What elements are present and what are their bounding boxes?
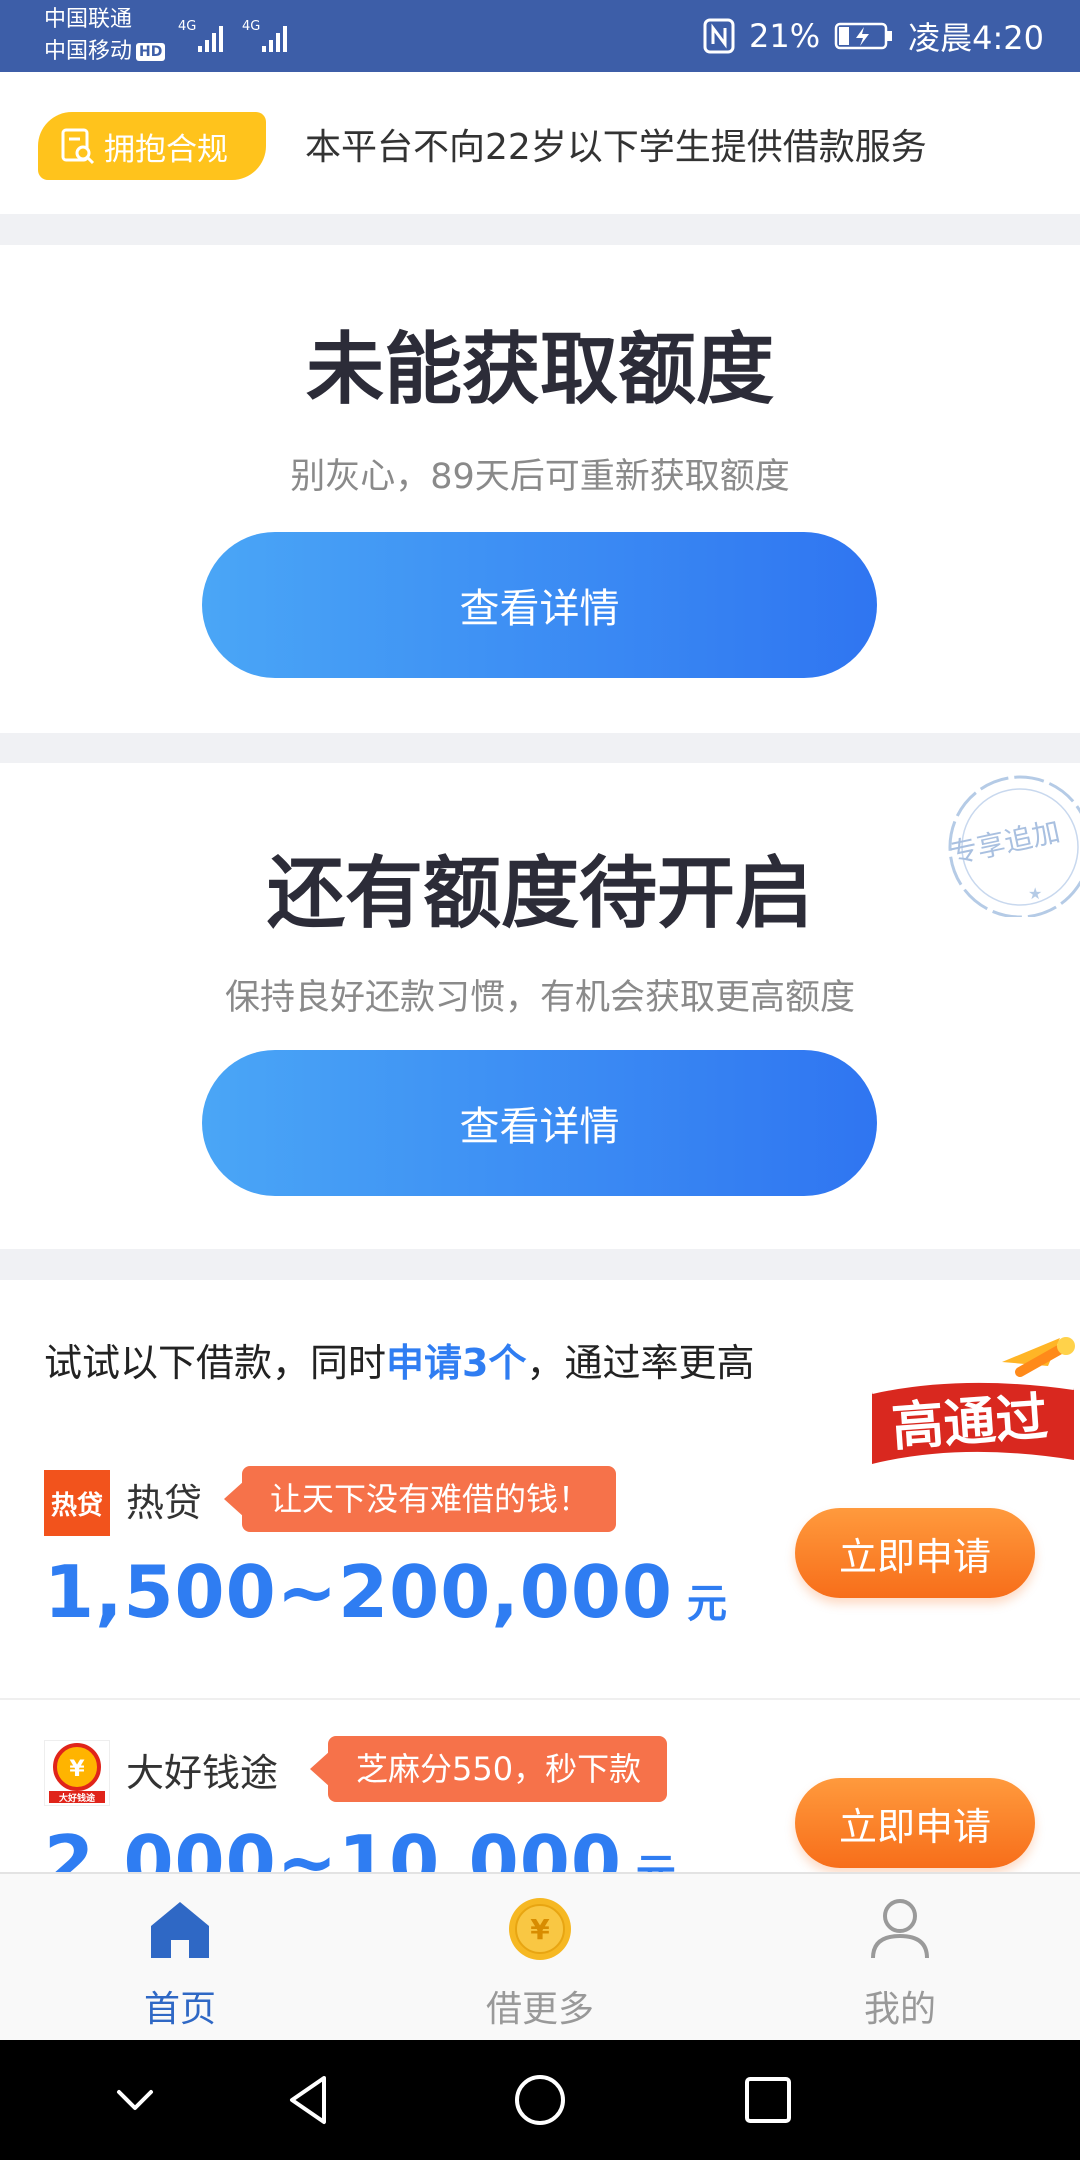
loan-amount: 1,500~200,000 元	[44, 1550, 729, 1634]
bottom-tab-bar: 首页 ¥ 借更多 我的	[0, 1872, 1080, 2040]
hd-badge: HD	[136, 43, 166, 61]
network-label-1: 4G	[178, 19, 196, 34]
tab-me[interactable]: 我的	[720, 1874, 1080, 2042]
coin-logo-icon: ¥ 大好钱途	[45, 1741, 109, 1805]
svg-text:¥: ¥	[69, 1757, 85, 1782]
coin-logo-label: 大好钱途	[59, 1792, 96, 1804]
coin-icon: ¥	[509, 1898, 571, 1960]
carrier-info: 中国联通 中国移动 HD	[44, 4, 166, 68]
system-nav-bar	[0, 2040, 1080, 2160]
quota-title: 未能获取额度	[305, 325, 774, 415]
clock: 凌晨4:20	[908, 19, 1044, 57]
view-details-button-2[interactable]: 查看详情	[202, 1050, 877, 1196]
network-label-2: 4G	[242, 19, 260, 34]
nfc-icon	[703, 18, 735, 54]
loan-tag-2: 芝麻分550，秒下款	[309, 1736, 668, 1802]
recent-apps-icon[interactable]	[738, 2070, 798, 2130]
view-details-button[interactable]: 查看详情	[202, 532, 877, 678]
loan-name: 热贷	[126, 1481, 203, 1525]
list-item[interactable]: 热贷 热贷 让天下没有难借的钱！ 1,500~200,000 元 立即申请	[0, 1430, 1080, 1700]
carrier-2: 中国移动	[44, 39, 133, 64]
compliance-badge[interactable]: 拥抱合规	[38, 112, 266, 180]
battery-percent: 21%	[749, 17, 821, 55]
signal-icon: 4G	[178, 19, 223, 52]
back-icon[interactable]	[280, 2070, 340, 2130]
document-search-icon	[61, 128, 95, 165]
pending-quota-card: 专享追加 ★ 还有额度待开启 保持良好还款习惯，有机会获取更高额度 查看详情	[0, 763, 1080, 1249]
svg-text:¥: ¥	[530, 1913, 550, 1946]
loan-amount-2: 2,000~10,000元	[44, 1820, 676, 1872]
tab-home-label: 首页	[143, 1989, 216, 2030]
quota-card: 未能获取额度 别灰心，89天后可重新获取额度 查看详情	[0, 245, 1080, 733]
signal-icon-2: 4G	[242, 19, 287, 52]
chevron-down-icon[interactable]	[105, 2070, 165, 2130]
user-icon	[871, 1899, 929, 1959]
list-item-2[interactable]: ¥ 大好钱途 大好钱途 芝麻分550，秒下款 2,000~10,000元 立即申…	[0, 1700, 1080, 1872]
home-circle-icon[interactable]	[510, 2070, 570, 2130]
pending-title: 还有额度待开启	[266, 849, 813, 939]
loan-logo-2: ¥ 大好钱途	[44, 1740, 110, 1806]
status-bar: 中国联通 中国移动 HD 4G 4G 21% 凌晨4:20	[0, 0, 1080, 72]
loans-header: 试试以下借款，同时申请3个，通过率更高	[44, 1341, 755, 1385]
compliance-notice: 拥抱合规 本平台不向22岁以下学生提供借款服务	[0, 72, 1080, 214]
loans-header-highlight: 申请3个	[386, 1341, 527, 1385]
tab-borrow-more-label: 借更多	[485, 1989, 594, 2030]
apply-button-2[interactable]: 立即申请	[795, 1778, 1035, 1868]
home-icon	[151, 1902, 209, 1958]
notice-text: 本平台不向22岁以下学生提供借款服务	[305, 127, 927, 168]
loan-tag: 让天下没有难借的钱！	[223, 1466, 617, 1532]
carrier-1: 中国联通	[44, 7, 133, 32]
tab-me-label: 我的	[863, 1989, 936, 2030]
battery-charging-icon	[834, 22, 893, 50]
tab-borrow-more[interactable]: ¥ 借更多	[360, 1874, 720, 2042]
compliance-badge-label: 拥抱合规	[104, 131, 228, 168]
loan-name-2: 大好钱途	[126, 1751, 279, 1795]
pending-subtitle: 保持良好还款习惯，有机会获取更高额度	[224, 978, 855, 1018]
apply-button[interactable]: 立即申请	[795, 1508, 1035, 1598]
tab-home[interactable]: 首页	[0, 1874, 360, 2042]
quota-subtitle: 别灰心，89天后可重新获取额度	[290, 457, 790, 497]
loan-recommendations: 试试以下借款，同时申请3个，通过率更高 高通过 热贷 热贷 让天下没有难借的钱！…	[0, 1280, 1080, 1872]
loan-logo: 热贷	[44, 1470, 110, 1536]
